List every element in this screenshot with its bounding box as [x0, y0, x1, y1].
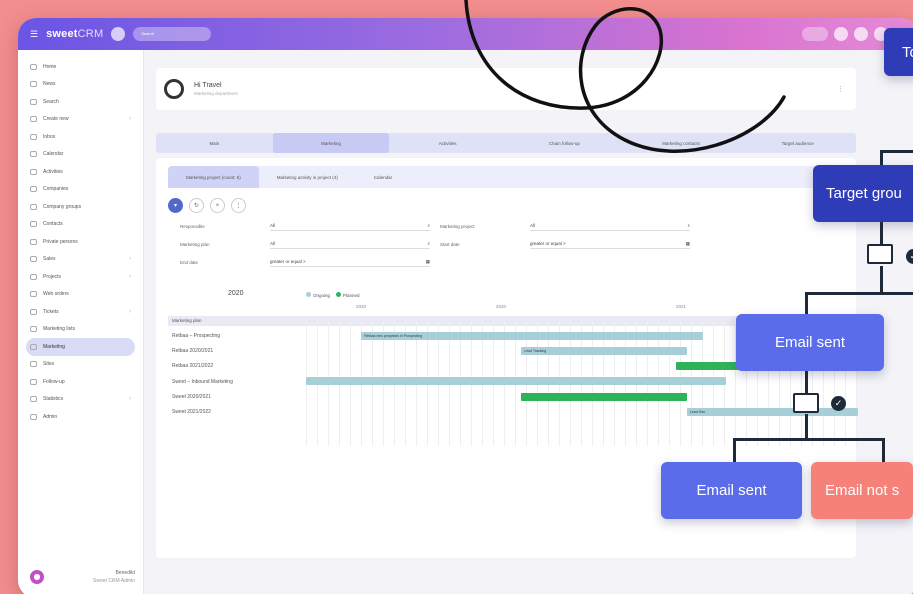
flow-connector: [733, 438, 885, 441]
flow-node-email-sent-1[interactable]: Email sent: [736, 314, 884, 371]
flow-node-email-sent-2[interactable]: Email sent: [661, 462, 802, 519]
envelope-icon: [867, 244, 893, 264]
flow-node-email-not-sent-label: Email not s: [825, 482, 900, 499]
flow-connector: [805, 292, 913, 295]
envelope-icon: [793, 393, 819, 413]
flow-connector: [805, 414, 808, 438]
flow-connector: [880, 150, 913, 153]
flow-node-top-label: To: [902, 43, 913, 61]
flow-connector: [805, 292, 808, 314]
flow-connector: [880, 222, 883, 244]
flow-connector: [733, 438, 736, 462]
flow-node-email-sent-2-label: Email sent: [696, 482, 767, 499]
flow-node-email-not-sent[interactable]: Email not s: [811, 462, 913, 519]
flow-node-email-sent-1-label: Email sent: [774, 334, 846, 351]
flow-connector: [880, 266, 883, 292]
flow-connector: [882, 438, 885, 462]
check-icon: ✓: [831, 396, 846, 411]
flow-node-top[interactable]: To: [884, 28, 913, 76]
flow-connector: [805, 371, 808, 393]
decorative-stroke: [464, 0, 786, 153]
flow-node-target-group[interactable]: Target grou: [813, 165, 913, 222]
flow-connector: [880, 150, 883, 166]
flow-node-target-label: Target grou: [826, 185, 902, 202]
